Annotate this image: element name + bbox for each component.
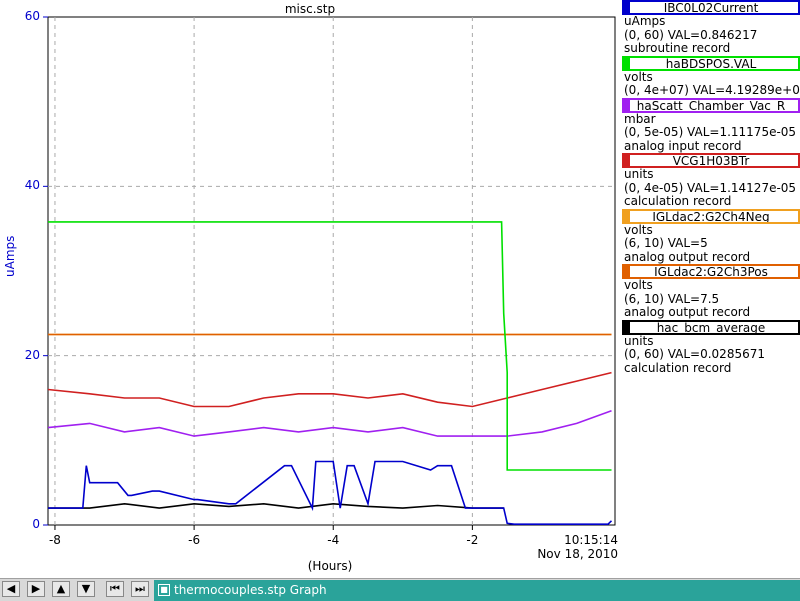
y-tick-label: 40 <box>24 178 40 193</box>
legend-entry[interactable]: IGLdac2:G2Ch4Neg volts (6, 10) VAL=5 analog… <box>622 208 800 265</box>
date-label: Nov 18, 2010 <box>537 547 618 561</box>
legend-pv-label: IGLdac2:G2Ch3Pos <box>654 265 768 279</box>
y-tick-label: 60 <box>24 9 40 23</box>
legend-record: analog output record <box>624 249 751 264</box>
legend-range-val: (0, 4e-05) VAL=1.14127e-05 <box>624 180 797 195</box>
legend-record: analog output record <box>624 305 751 319</box>
legend-pv-label: IBC0L02Current <box>663 1 759 15</box>
series-line-2 <box>47 409 612 437</box>
legend-units: uAmps <box>624 14 666 28</box>
nav-down-button[interactable]: ▼ <box>77 581 95 597</box>
y-tick-label: 0 <box>32 517 40 531</box>
legend-color-swatch <box>624 57 630 69</box>
x-axis-label: (Hours) <box>307 559 353 573</box>
y-axis-label: uAmps <box>3 235 17 277</box>
legend-pv-name[interactable]: IGLdac2:G2Ch4Neg <box>622 208 800 224</box>
legend-range-val: (6, 10) VAL=5 <box>624 236 708 250</box>
x-tick-label: -2 <box>466 533 479 547</box>
legend-panel: IBC0L02Current uAmps (0, 60) VAL=0.846217 s… <box>622 0 800 578</box>
legend-pv-name[interactable]: hac_bcm_average <box>622 319 800 335</box>
series-line-1 <box>48 221 612 471</box>
legend-units: volts <box>624 222 653 237</box>
series-line-3 <box>47 371 612 408</box>
legend-units: volts <box>624 278 653 292</box>
legend-entry[interactable]: hac_bcm_average units (0, 60) VAL=0.028567… <box>622 319 800 376</box>
legend-pv-name[interactable]: IBC0L02Current <box>622 0 800 15</box>
time-label: 10:15:14 <box>564 533 618 547</box>
legend-pv-label: VCG1H03BTr <box>672 154 750 168</box>
nav-first-button[interactable]: ⏮ <box>106 581 124 597</box>
legend-record: subroutine record <box>624 41 731 55</box>
x-tick-label: -8 <box>48 533 61 547</box>
legend-color-swatch <box>624 210 630 222</box>
legend-color-swatch <box>624 266 630 277</box>
legend-color-swatch <box>624 99 630 111</box>
legend-range-val: (0, 60) VAL=0.846217 <box>624 27 758 42</box>
plot-svg <box>43 16 616 530</box>
nav-up-button[interactable]: ▲ <box>52 581 70 597</box>
plot-frame <box>47 16 616 526</box>
legend-range-val: (0, 60) VAL=0.0285671 <box>624 347 765 361</box>
nav-left-button[interactable]: ◀ <box>2 581 20 597</box>
legend-pv-label: haBDSPOS.VAL <box>665 56 757 71</box>
legend-pv-name[interactable]: haScatt_Chamber_Vac_R <box>622 97 800 113</box>
legend-color-swatch <box>624 155 630 166</box>
legend-pv-name[interactable]: haBDSPOS.VAL <box>622 55 800 71</box>
legend-pv-label: hac_bcm_average <box>656 320 766 335</box>
legend-range-val: (0, 5e-05) VAL=1.11175e-05 <box>624 125 797 139</box>
window-icon: ■ <box>158 584 170 596</box>
legend-entry[interactable]: IGLdac2:G2Ch3Pos volts (6, 10) VAL=7.5 anal… <box>622 264 800 320</box>
legend-pv-label: haScatt_Chamber_Vac_R <box>636 98 786 113</box>
legend-units: mbar <box>624 111 656 126</box>
y-tick-label: 20 <box>24 347 40 362</box>
legend-pv-name[interactable]: IGLdac2:G2Ch3Pos <box>622 264 800 279</box>
taskbar-tab[interactable]: ■ thermocouples.stp Graph <box>154 580 800 601</box>
legend-range-val: (6, 10) VAL=7.5 <box>624 291 720 306</box>
series-line-0 <box>48 460 613 526</box>
plot-area[interactable]: misc.stp uAmps (Hours) 10:15:14 Nov 18, … <box>0 0 620 578</box>
taskbar: ◀ ▶ ▲ ▼ ⏮ ⏭ ■ thermocouples.stp Graph <box>0 578 800 601</box>
legend-color-swatch <box>624 2 630 13</box>
nav-right-button[interactable]: ▶ <box>27 581 45 597</box>
legend-entry[interactable]: IBC0L02Current uAmps (0, 60) VAL=0.846217 s… <box>622 0 800 56</box>
legend-units: units <box>624 333 654 348</box>
x-tick-label: -4 <box>327 533 340 547</box>
legend-entry[interactable]: haBDSPOS.VAL volts (0, 4e+07) VAL=4.19289e… <box>622 55 800 98</box>
x-tick-label: -6 <box>188 533 201 547</box>
legend-units: volts <box>624 69 653 84</box>
taskbar-tab-title: thermocouples.stp Graph <box>174 583 327 597</box>
series-line-6 <box>48 502 504 509</box>
legend-record: calculation record <box>624 194 732 208</box>
nav-last-button[interactable]: ⏭ <box>131 581 149 597</box>
legend-entry[interactable]: haScatt_Chamber_Vac_R mbar (0, 5e-05) VAL=… <box>622 97 800 154</box>
legend-pv-name[interactable]: VCG1H03BTr <box>622 153 800 168</box>
legend-entry[interactable]: VCG1H03BTr units (0, 4e-05) VAL=1.14127e-0… <box>622 153 800 209</box>
legend-record: calculation record <box>624 360 732 375</box>
legend-color-swatch <box>624 321 630 333</box>
legend-pv-label: IGLdac2:G2Ch4Neg <box>652 209 770 224</box>
legend-record: analog input record <box>624 138 742 153</box>
legend-units: units <box>624 167 654 181</box>
legend-range-val: (0, 4e+07) VAL=4.19289e+06 <box>624 83 800 97</box>
